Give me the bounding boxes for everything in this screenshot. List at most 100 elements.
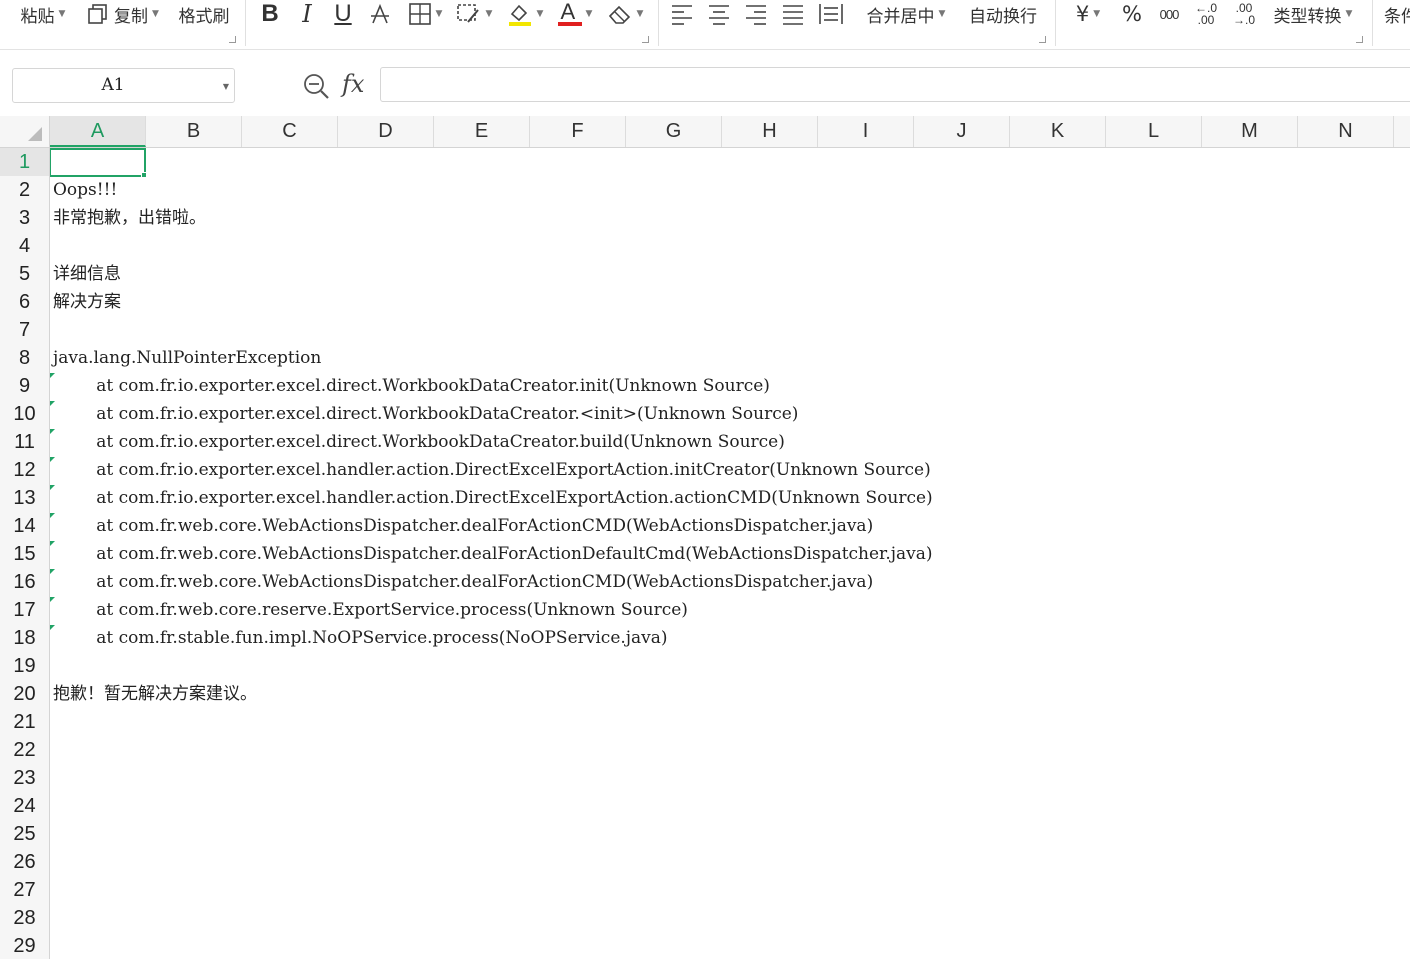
zoom-search-icon[interactable] (302, 72, 330, 100)
row-header-26[interactable]: 26 (0, 848, 49, 876)
fx-icon[interactable]: fx (342, 70, 364, 98)
row-header-9[interactable]: 9 (0, 372, 49, 400)
row-header-21[interactable]: 21 (0, 708, 49, 736)
row-header-11[interactable]: 11 (0, 428, 49, 456)
formula-input[interactable] (380, 67, 1410, 102)
increase-decimal-button[interactable]: ←.0 .00 (1190, 0, 1222, 28)
cell-a9[interactable]: at com.fr.io.exporter.excel.direct.Workb… (53, 372, 770, 400)
row-header-22[interactable]: 22 (0, 736, 49, 764)
row-header-5[interactable]: 5 (0, 260, 49, 288)
row-header-4[interactable]: 4 (0, 232, 49, 260)
column-header-h[interactable]: H (722, 116, 818, 147)
align-left-button[interactable] (668, 0, 696, 28)
row-header-28[interactable]: 28 (0, 904, 49, 932)
row-header-7[interactable]: 7 (0, 316, 49, 344)
cell-a20[interactable]: 抱歉！暂无解决方案建议。 (53, 680, 257, 708)
conditional-format-button[interactable]: 条件 (1384, 0, 1410, 28)
format-painter-button[interactable]: 格式刷 (174, 0, 234, 28)
row-header-13[interactable]: 13 (0, 484, 49, 512)
row-header-15[interactable]: 15 (0, 540, 49, 568)
cell-a6[interactable]: 解决方案 (53, 288, 121, 316)
column-header-l[interactable]: L (1106, 116, 1202, 147)
cell-a3[interactable]: 非常抱歉，出错啦。 (53, 204, 206, 232)
column-header-j[interactable]: J (914, 116, 1010, 147)
cell-a8[interactable]: java.lang.NullPointerException (53, 344, 321, 372)
paste-button[interactable]: 粘贴 ▼ (18, 0, 68, 28)
borders-button[interactable]: ▼ (404, 0, 446, 28)
wrap-text-button[interactable]: 自动换行 (962, 0, 1044, 28)
cell-a13[interactable]: at com.fr.io.exporter.excel.handler.acti… (53, 484, 932, 512)
column-header-a[interactable]: A (50, 116, 146, 147)
row-header-25[interactable]: 25 (0, 820, 49, 848)
fill-color-button[interactable]: ▼ (504, 0, 546, 28)
column-header-m[interactable]: M (1202, 116, 1298, 147)
cell-a17[interactable]: at com.fr.web.core.reserve.ExportService… (53, 596, 688, 624)
column-header-g[interactable]: G (626, 116, 722, 147)
thousands-separator-button[interactable]: 000 (1154, 0, 1184, 28)
row-header-27[interactable]: 27 (0, 876, 49, 904)
cell-a5[interactable]: 详细信息 (53, 260, 121, 288)
cell-a14[interactable]: at com.fr.web.core.WebActionsDispatcher.… (53, 512, 873, 540)
row-header-24[interactable]: 24 (0, 792, 49, 820)
column-header-b[interactable]: B (146, 116, 242, 147)
row-header-2[interactable]: 2 (0, 176, 49, 204)
column-header-d[interactable]: D (338, 116, 434, 147)
row-header-1[interactable]: 1 (0, 148, 49, 176)
distributed-align-button[interactable] (816, 0, 846, 28)
cell-a11[interactable]: at com.fr.io.exporter.excel.direct.Workb… (53, 428, 785, 456)
alignment-dialog-launcher-icon[interactable] (1039, 36, 1046, 43)
currency-button[interactable]: ¥ ▼ (1066, 0, 1110, 28)
cell-style-button[interactable]: ▼ (452, 0, 496, 28)
column-header-i[interactable]: I (818, 116, 914, 147)
align-center-button[interactable] (705, 0, 733, 28)
italic-button[interactable]: I (294, 0, 320, 28)
row-header-12[interactable]: 12 (0, 456, 49, 484)
cell-a15[interactable]: at com.fr.web.core.WebActionsDispatcher.… (53, 540, 932, 568)
bold-button[interactable]: B (256, 0, 284, 28)
font-dialog-launcher-icon[interactable] (642, 36, 649, 43)
type-convert-button[interactable]: 类型转换 ▼ (1268, 0, 1358, 28)
cell-a12[interactable]: at com.fr.io.exporter.excel.handler.acti… (53, 456, 931, 484)
copy-button[interactable]: 复制 ▼ (82, 0, 164, 28)
cell-a18[interactable]: at com.fr.stable.fun.impl.NoOPService.pr… (53, 624, 667, 652)
column-header-f[interactable]: F (530, 116, 626, 147)
cell-a16[interactable]: at com.fr.web.core.WebActionsDispatcher.… (53, 568, 873, 596)
select-all-button[interactable] (0, 116, 50, 147)
number-dialog-launcher-icon[interactable] (1356, 36, 1363, 43)
cell-indicator-triangle-icon (50, 625, 55, 630)
chevron-down-icon[interactable]: ▼ (223, 82, 229, 91)
row-header-16[interactable]: 16 (0, 568, 49, 596)
clipboard-dialog-launcher-icon[interactable] (229, 36, 236, 43)
row-header-18[interactable]: 18 (0, 624, 49, 652)
chevron-down-icon: ▼ (435, 8, 443, 19)
column-header-e[interactable]: E (434, 116, 530, 147)
font-color-button[interactable]: A ▼ (554, 0, 596, 28)
name-box[interactable]: A1 ▼ (12, 68, 235, 103)
fill-handle[interactable] (141, 172, 147, 178)
row-header-29[interactable]: 29 (0, 932, 49, 959)
column-header-c[interactable]: C (242, 116, 338, 147)
row-header-17[interactable]: 17 (0, 596, 49, 624)
clear-button[interactable]: ▼ (604, 0, 646, 28)
column-header-k[interactable]: K (1010, 116, 1106, 147)
selected-cell-a1[interactable] (50, 148, 146, 177)
row-header-19[interactable]: 19 (0, 652, 49, 680)
row-header-14[interactable]: 14 (0, 512, 49, 540)
row-header-6[interactable]: 6 (0, 288, 49, 316)
justify-button[interactable] (779, 0, 807, 28)
row-header-3[interactable]: 3 (0, 204, 49, 232)
merge-center-button[interactable]: 合并居中 ▼ (862, 0, 950, 28)
cell-a2[interactable]: Oops!!! (53, 176, 117, 204)
underline-button[interactable]: U (330, 0, 356, 28)
worksheet-grid[interactable]: Oops!!! 非常抱歉，出错啦。 详细信息 解决方案 java.lang.NullPo… (50, 148, 1410, 959)
column-header-n[interactable]: N (1298, 116, 1394, 147)
row-header-10[interactable]: 10 (0, 400, 49, 428)
row-header-8[interactable]: 8 (0, 344, 49, 372)
align-right-button[interactable] (742, 0, 770, 28)
percent-button[interactable]: % (1118, 0, 1146, 28)
row-header-23[interactable]: 23 (0, 764, 49, 792)
strikethrough-button[interactable] (366, 0, 394, 28)
decrease-decimal-button[interactable]: .00 →.0 (1228, 0, 1260, 28)
cell-a10[interactable]: at com.fr.io.exporter.excel.direct.Workb… (53, 400, 798, 428)
row-header-20[interactable]: 20 (0, 680, 49, 708)
